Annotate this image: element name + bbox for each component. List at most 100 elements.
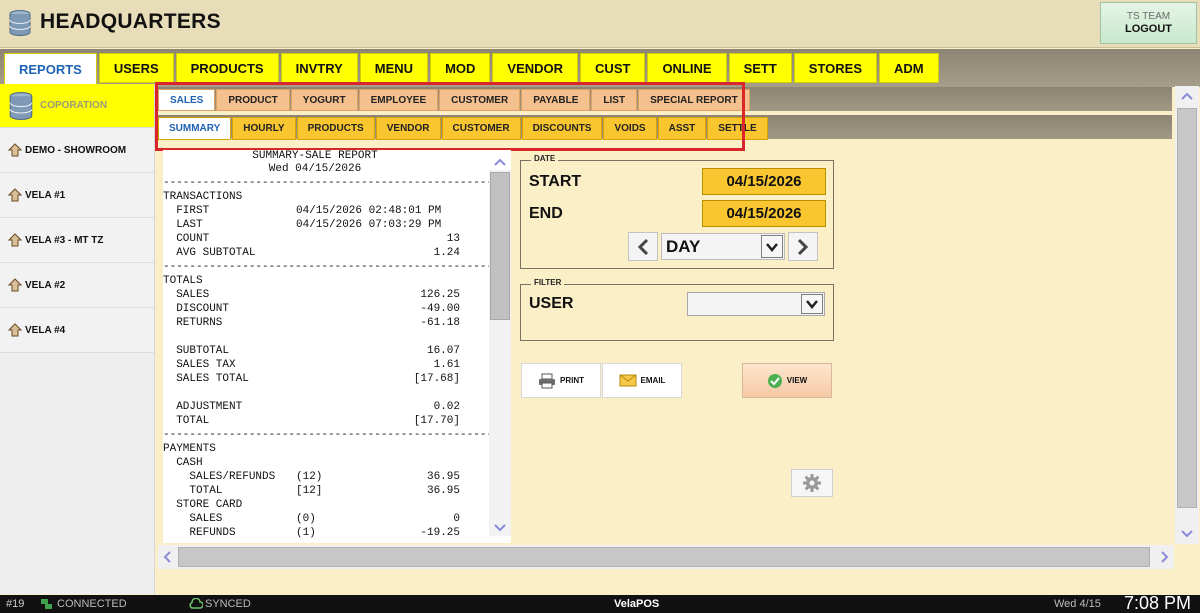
- report-line-label: SALES TAX: [163, 359, 236, 371]
- chevron-down-icon: [766, 242, 778, 252]
- print-button[interactable]: PRINT: [521, 363, 601, 398]
- report-line-label: SUBTOTAL: [163, 345, 230, 357]
- tab-customer[interactable]: CUSTOMER: [439, 89, 521, 111]
- store-arrow-icon: [8, 233, 22, 247]
- tab-hourly[interactable]: HOURLY: [232, 117, 296, 140]
- report-spacer: [163, 330, 511, 344]
- user-select[interactable]: [687, 292, 825, 316]
- tab-stores[interactable]: STORES: [793, 53, 878, 83]
- tab-settle[interactable]: SETTLE: [707, 117, 768, 140]
- tab-summary[interactable]: SUMMARY: [158, 117, 232, 140]
- tab-vendor[interactable]: VENDOR: [492, 53, 579, 83]
- tab-users[interactable]: USERS: [98, 53, 174, 83]
- period-select[interactable]: DAY: [661, 233, 785, 260]
- email-button[interactable]: EMAIL: [602, 363, 682, 398]
- tab-discounts[interactable]: DISCOUNTS: [521, 117, 603, 140]
- connection-status: CONNECTED: [57, 598, 127, 610]
- tab-list[interactable]: LIST: [591, 89, 638, 111]
- tab-payable[interactable]: PAYABLE: [521, 89, 591, 111]
- report-line-value: -19.25: [420, 527, 460, 539]
- tab-asst[interactable]: ASST: [657, 117, 707, 140]
- tab-menu[interactable]: MENU: [359, 53, 429, 83]
- report-separator: ----------------------------------------…: [163, 261, 511, 273]
- report-line: PAYMENTS: [163, 442, 511, 456]
- tab-online[interactable]: ONLINE: [647, 53, 727, 83]
- scroll-up-icon[interactable]: [1181, 92, 1193, 100]
- sidebar-item-vela-2[interactable]: VELA #2: [0, 263, 154, 308]
- team-name: TS TEAM: [1126, 11, 1171, 22]
- tab-adm[interactable]: ADM: [879, 53, 939, 83]
- network-icon: [41, 599, 52, 609]
- sidebar-item-label: VELA #3 - MT TZ: [25, 234, 104, 246]
- end-date-button[interactable]: 04/15/2026: [702, 200, 826, 227]
- user-dropdown-button[interactable]: [801, 294, 823, 314]
- tab-yogurt[interactable]: YOGURT: [290, 89, 358, 111]
- logout-label: LOGOUT: [1124, 23, 1173, 35]
- report-scrollbar[interactable]: [489, 170, 511, 536]
- settings-button[interactable]: [791, 469, 833, 497]
- sales-tabs: SUMMARY HOURLY PRODUCTS VENDOR CUSTOMER …: [158, 117, 769, 140]
- next-period-button[interactable]: [788, 232, 818, 261]
- report-line-label: STORE CARD: [163, 499, 243, 511]
- start-date-button[interactable]: 04/15/2026: [702, 168, 826, 195]
- report-scroll-thumb[interactable]: [490, 172, 510, 320]
- tab-products-sub[interactable]: PRODUCTS: [296, 117, 375, 140]
- app-header: HEADQUARTERS TS TEAM LOGOUT: [0, 0, 1200, 48]
- report-line-label: CASH: [163, 457, 203, 469]
- store-arrow-icon: [8, 323, 22, 337]
- tab-voids[interactable]: VOIDS: [603, 117, 657, 140]
- scroll-right-icon[interactable]: [1161, 551, 1169, 563]
- main-nav-bar: REPORTS USERS PRODUCTS INVTRY MENU MOD V…: [0, 49, 1200, 87]
- horizontal-scroll-thumb[interactable]: [178, 547, 1150, 567]
- tab-employee[interactable]: EMPLOYEE: [358, 89, 439, 111]
- tab-product[interactable]: PRODUCT: [216, 89, 290, 111]
- chevron-left-icon: [637, 238, 649, 255]
- date-panel: DATE START 04/15/2026 END 04/15/2026 DAY: [520, 154, 834, 269]
- start-label: START: [529, 173, 582, 190]
- envelope-icon: [619, 374, 637, 387]
- tab-customer-sub[interactable]: CUSTOMER: [441, 117, 521, 140]
- tab-products[interactable]: PRODUCTS: [175, 53, 279, 83]
- report-line-label: ADJUSTMENT: [163, 401, 243, 413]
- sidebar-item-vela-3[interactable]: VELA #3 - MT TZ: [0, 218, 154, 263]
- tab-invtry[interactable]: INVTRY: [280, 53, 358, 83]
- scroll-down-icon[interactable]: [1181, 530, 1193, 538]
- sidebar-item-vela-4[interactable]: VELA #4: [0, 308, 154, 353]
- tab-vendor-sub[interactable]: VENDOR: [375, 117, 441, 140]
- sidebar-item-vela-1[interactable]: VELA #1: [0, 173, 154, 218]
- report-tabs: SALES PRODUCT YOGURT EMPLOYEE CUSTOMER P…: [158, 89, 751, 111]
- filter-panel: FILTER USER: [520, 278, 834, 341]
- tab-reports[interactable]: REPORTS: [4, 53, 97, 85]
- report-line-detail: (1): [296, 527, 316, 539]
- report-line-value: 13: [446, 233, 460, 245]
- report-line-label: SALES TOTAL: [163, 373, 249, 385]
- period-dropdown-button[interactable]: [761, 235, 783, 258]
- previous-period-button[interactable]: [628, 232, 658, 261]
- store-sidebar: COPORATION DEMO - SHOWROOM VELA #1 VELA …: [0, 84, 155, 594]
- status-bar: #19 CONNECTED SYNCED VelaPOS Wed 4/15 7:…: [0, 593, 1200, 613]
- report-scroll-up-icon[interactable]: [494, 158, 506, 166]
- tab-sett[interactable]: SETT: [728, 53, 792, 83]
- view-button[interactable]: VIEW: [742, 363, 832, 398]
- scroll-left-icon[interactable]: [163, 551, 171, 563]
- print-label: PRINT: [560, 376, 584, 385]
- tab-special-report[interactable]: SPECIAL REPORT: [638, 89, 750, 111]
- sidebar-item-coporation[interactable]: COPORATION: [0, 84, 154, 128]
- sidebar-item-demo-showroom[interactable]: DEMO - SHOWROOM: [0, 128, 154, 173]
- vertical-scroll-thumb[interactable]: [1177, 108, 1197, 508]
- report-line-value: -49.00: [420, 303, 460, 315]
- report-scroll-down-icon[interactable]: [494, 524, 506, 532]
- report-line-label: RETURNS: [163, 317, 223, 329]
- page-vertical-scrollbar[interactable]: [1175, 86, 1199, 544]
- report-line-value: 36.95: [426, 471, 460, 483]
- tab-mod[interactable]: MOD: [430, 53, 491, 83]
- logout-button[interactable]: TS TEAM LOGOUT: [1100, 2, 1197, 44]
- report-line: AVG SUBTOTAL 1.24: [163, 246, 511, 260]
- tab-cust[interactable]: CUST: [580, 53, 646, 83]
- page-horizontal-scrollbar[interactable]: [158, 545, 1174, 569]
- report-line: ADJUSTMENT 0.02: [163, 400, 511, 414]
- database-stack-icon: [9, 10, 31, 36]
- sidebar-item-label: VELA #1: [25, 189, 66, 201]
- report-line: REFUNDS (1) -19.25: [163, 526, 511, 540]
- tab-sales[interactable]: SALES: [158, 89, 216, 111]
